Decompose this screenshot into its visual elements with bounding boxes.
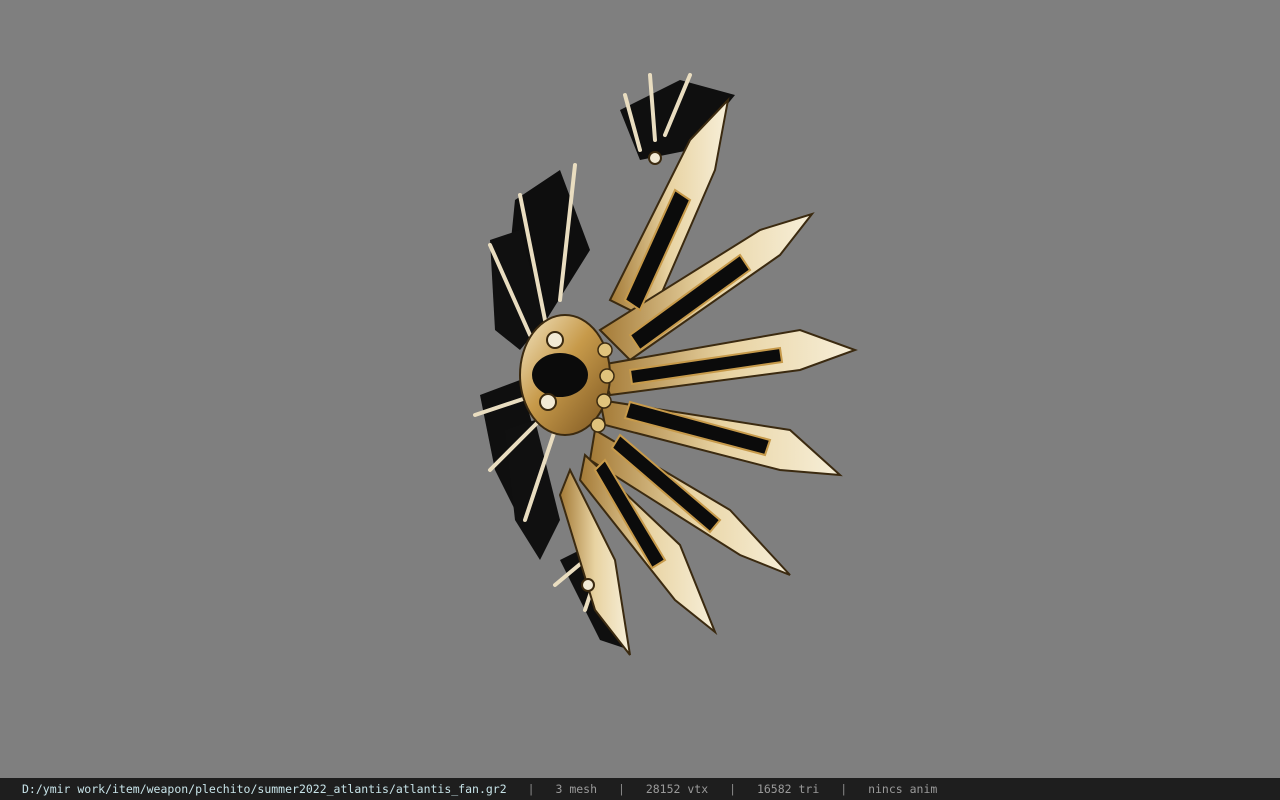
status-separator: | (729, 782, 737, 796)
triangle-count: 16582 tri (756, 782, 820, 796)
status-separator: | (617, 782, 625, 796)
status-separator: | (527, 782, 535, 796)
mesh-count: 3 mesh (555, 782, 598, 796)
animation-status: nincs anim (868, 782, 938, 796)
vertex-count: 28152 vtx (645, 782, 709, 796)
status-bar: D:/ymir work/item/weapon/plechito/summer… (0, 778, 1280, 800)
3d-viewport[interactable] (0, 0, 1280, 778)
model-path: D:/ymir work/item/weapon/plechito/summer… (22, 782, 507, 796)
status-separator: | (840, 782, 848, 796)
fan-weapon-model[interactable] (0, 0, 1280, 778)
